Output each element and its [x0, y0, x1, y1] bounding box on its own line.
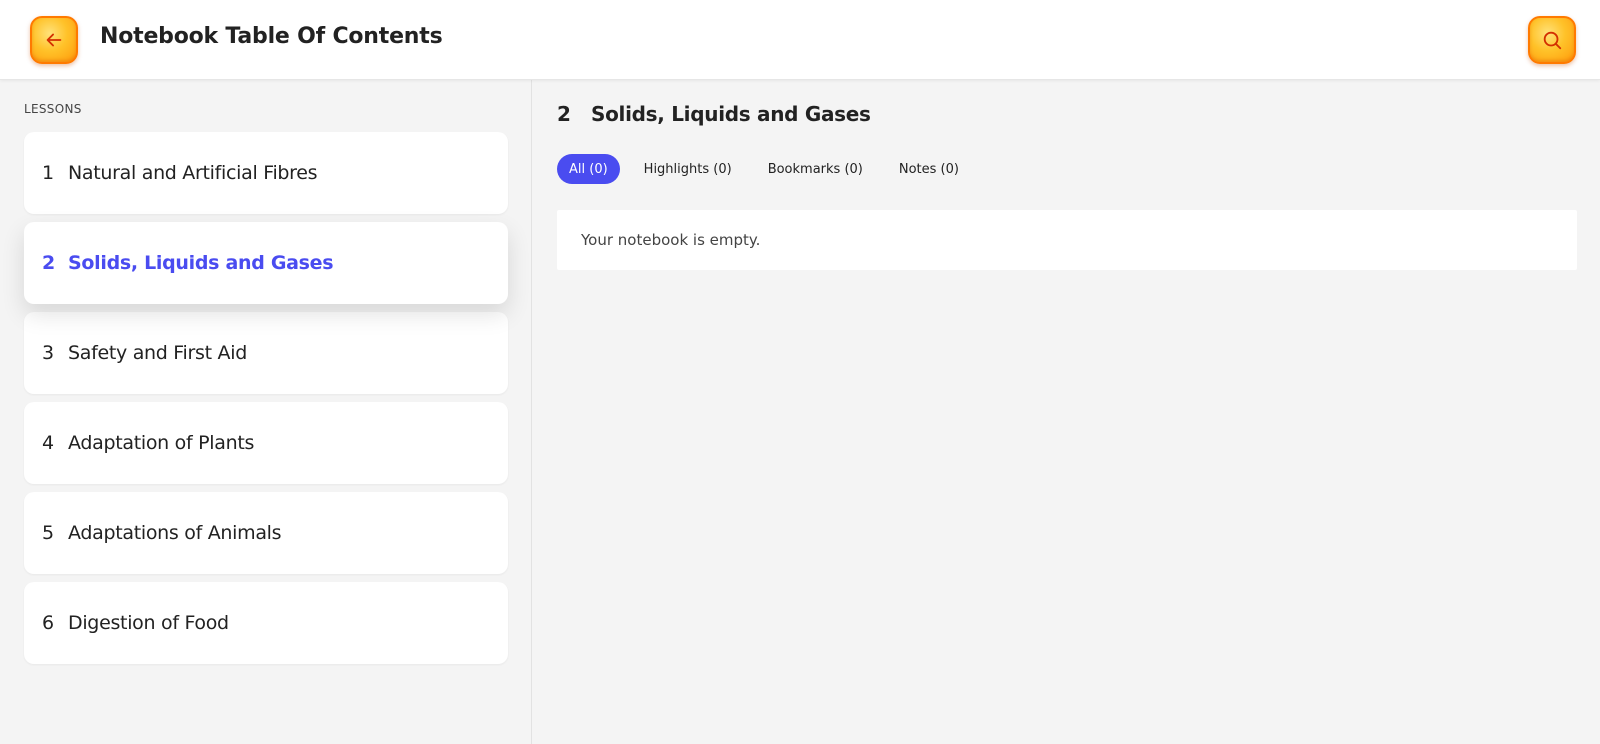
lesson-item-2[interactable]: 2 Solids, Liquids and Gases	[24, 222, 508, 304]
lesson-number: 6	[42, 612, 55, 634]
lesson-title-number: 2	[557, 102, 571, 126]
tab-highlights[interactable]: Highlights (0)	[632, 154, 744, 184]
lesson-item-6[interactable]: 6 Digestion of Food	[24, 582, 508, 664]
back-button[interactable]	[30, 16, 78, 64]
search-icon	[1543, 31, 1562, 50]
app-header: Notebook Table Of Contents	[0, 0, 1600, 80]
tab-all[interactable]: All (0)	[557, 154, 620, 184]
lesson-number: 5	[42, 522, 55, 544]
search-button[interactable]	[1528, 16, 1576, 64]
sidebar-heading: LESSONS	[24, 102, 82, 116]
lesson-title: 2 Solids, Liquids and Gases	[557, 102, 871, 126]
empty-message-text: Your notebook is empty.	[581, 231, 761, 249]
lesson-title-text: Solids, Liquids and Gases	[591, 102, 871, 126]
notebook-main: 2 Solids, Liquids and Gases All (0) High…	[533, 80, 1600, 744]
empty-notebook-message: Your notebook is empty.	[557, 210, 1577, 270]
lesson-label: Adaptation of Plants	[68, 432, 255, 454]
lesson-number: 2	[42, 252, 56, 274]
lesson-item-5[interactable]: 5 Adaptations of Animals	[24, 492, 508, 574]
lesson-item-1[interactable]: 1 Natural and Artificial Fibres	[24, 132, 508, 214]
lesson-label: Adaptations of Animals	[68, 522, 282, 544]
tab-notes[interactable]: Notes (0)	[887, 154, 971, 184]
lesson-label: Digestion of Food	[68, 612, 229, 634]
lesson-label: Natural and Artificial Fibres	[68, 162, 318, 184]
lesson-item-3[interactable]: 3 Safety and First Aid	[24, 312, 508, 394]
page-title: Notebook Table Of Contents	[100, 24, 443, 49]
lessons-sidebar: LESSONS 1 Natural and Artificial Fibres …	[0, 80, 532, 744]
tab-bookmarks[interactable]: Bookmarks (0)	[756, 154, 875, 184]
lesson-label: Safety and First Aid	[68, 342, 247, 364]
filter-tabs: All (0) Highlights (0) Bookmarks (0) Not…	[557, 154, 971, 184]
lesson-number: 4	[42, 432, 55, 454]
lesson-item-4[interactable]: 4 Adaptation of Plants	[24, 402, 508, 484]
arrow-left-icon	[46, 33, 62, 47]
lesson-number: 1	[42, 162, 55, 184]
lesson-label: Solids, Liquids and Gases	[68, 252, 334, 274]
lesson-number: 3	[42, 342, 55, 364]
